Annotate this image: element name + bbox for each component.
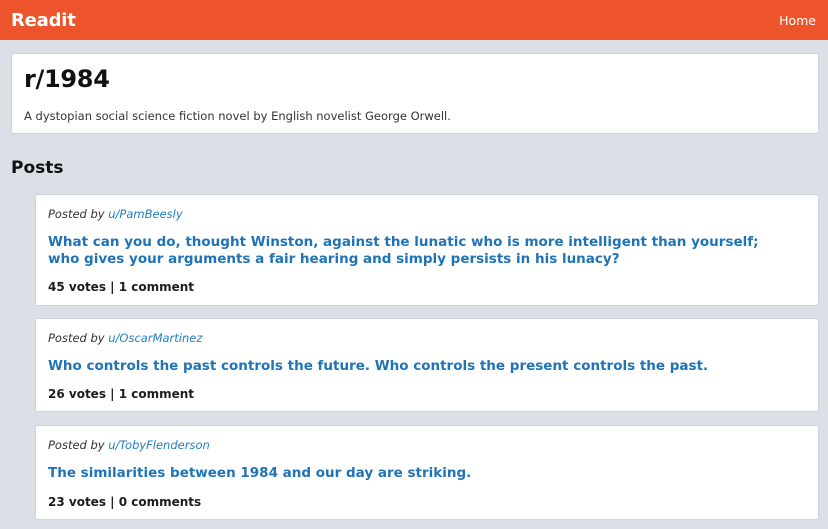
posted-by-label: Posted by <box>48 438 105 452</box>
post-title-link[interactable]: Who controls the past controls the futur… <box>48 358 788 375</box>
post-meta: Posted by u/TobyFlenderson <box>48 438 210 452</box>
post-title-link[interactable]: What can you do, thought Winston, agains… <box>48 234 788 268</box>
posted-by-label: Posted by <box>48 207 105 221</box>
post-card: Posted by u/OscarMartinez Who controls t… <box>35 318 819 412</box>
top-navbar: Readit Home <box>0 0 828 40</box>
post-stats: 23 votes | 0 comments <box>48 495 202 509</box>
subreddit-title: r/1984 <box>24 65 110 93</box>
posted-by-label: Posted by <box>48 331 105 345</box>
post-card: Posted by u/TobyFlenderson The similarit… <box>35 425 819 520</box>
post-stats: 26 votes | 1 comment <box>48 387 195 401</box>
subreddit-header-card: r/1984 A dystopian social science fictio… <box>11 53 819 134</box>
brand-logo-link[interactable]: Readit <box>11 10 76 31</box>
post-author-link[interactable]: u/TobyFlenderson <box>108 438 210 452</box>
post-meta: Posted by u/PamBeesly <box>48 207 183 221</box>
post-author-link[interactable]: u/OscarMartinez <box>108 331 202 345</box>
posts-section-title: Posts <box>11 158 64 178</box>
post-meta: Posted by u/OscarMartinez <box>48 331 202 345</box>
subreddit-description: A dystopian social science fiction novel… <box>24 109 451 123</box>
post-stats: 45 votes | 1 comment <box>48 280 195 294</box>
post-author-link[interactable]: u/PamBeesly <box>108 207 182 221</box>
post-card: Posted by u/PamBeesly What can you do, t… <box>35 194 819 306</box>
post-title-link[interactable]: The similarities between 1984 and our da… <box>48 465 788 482</box>
home-link[interactable]: Home <box>779 13 816 28</box>
